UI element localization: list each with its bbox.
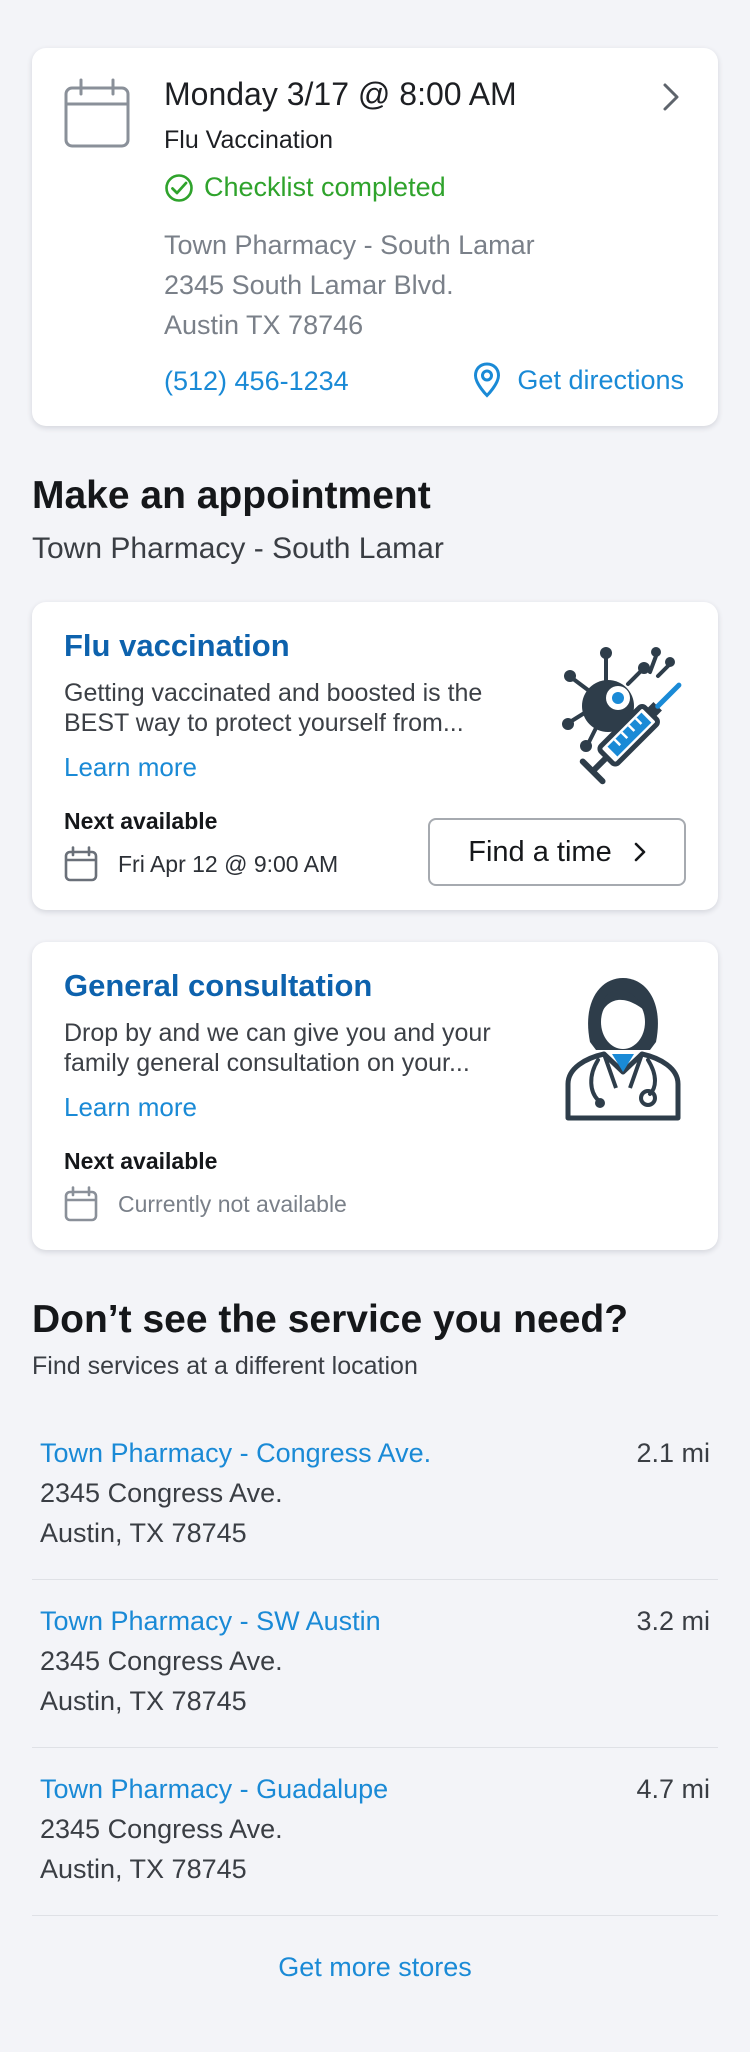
location-pin-icon: [474, 362, 501, 398]
chevron-right-icon[interactable]: [662, 82, 680, 112]
store-list-item[interactable]: Town Pharmacy - Guadalupe 4.7 mi 2345 Co…: [32, 1748, 718, 1916]
appointment-city: Austin TX 78746: [164, 310, 364, 340]
store-name-link[interactable]: Town Pharmacy - Congress Ave.: [40, 1438, 431, 1469]
check-circle-icon: [165, 173, 193, 202]
appointment-card[interactable]: Monday 3/17 @ 8:00 AM Flu Vaccination Ch…: [32, 48, 718, 426]
get-directions-label: Get directions: [517, 364, 684, 395]
service-card-consultation: General consultation Drop by and we can …: [32, 942, 718, 1250]
store-street: 2345 Congress Ave.: [40, 1646, 283, 1676]
store-distance: 4.7 mi: [636, 1774, 710, 1804]
learn-more-link[interactable]: Learn more: [64, 752, 197, 783]
appointment-store-name: Town Pharmacy - South Lamar: [164, 230, 535, 260]
next-available-row: Currently not available: [64, 1186, 347, 1222]
find-a-time-button[interactable]: Find a time: [428, 818, 686, 886]
calendar-icon: [64, 846, 98, 882]
service-card-flu: Flu vaccination Getting vaccinated and b…: [32, 602, 718, 910]
calendar-icon: [64, 1186, 98, 1222]
get-directions-link[interactable]: Get directions: [473, 362, 684, 398]
checklist-status: Checklist completed: [164, 172, 446, 203]
store-list-item[interactable]: Town Pharmacy - SW Austin 3.2 mi 2345 Co…: [32, 1580, 718, 1748]
service-title: Flu vaccination: [64, 628, 290, 663]
section-subtitle-location: Town Pharmacy - South Lamar: [32, 532, 444, 565]
vaccine-syringe-illustration: [562, 647, 682, 785]
store-street: 2345 Congress Ave.: [40, 1814, 283, 1844]
store-city: Austin, TX 78745: [40, 1686, 247, 1716]
other-locations-subtitle: Find services at a different location: [32, 1352, 418, 1380]
store-distance: 2.1 mi: [636, 1438, 710, 1468]
next-available-value: Currently not available: [118, 1190, 347, 1217]
service-title: General consultation: [64, 968, 373, 1003]
appointment-service: Flu Vaccination: [164, 126, 334, 154]
store-list-item[interactable]: Town Pharmacy - Congress Ave. 2.1 mi 234…: [32, 1412, 718, 1580]
service-description: Getting vaccinated and boosted is the BE…: [64, 679, 483, 737]
store-name-link[interactable]: Town Pharmacy - SW Austin: [40, 1606, 381, 1637]
appointment-street: 2345 South Lamar Blvd.: [164, 270, 454, 300]
store-distance: 3.2 mi: [636, 1606, 710, 1636]
appointment-datetime: Monday 3/17 @ 8:00 AM: [164, 76, 517, 112]
store-city: Austin, TX 78745: [40, 1518, 247, 1548]
other-locations-title: Don’t see the service you need?: [32, 1298, 629, 1341]
next-available-row: Fri Apr 12 @ 9:00 AM: [64, 846, 338, 882]
service-description: Drop by and we can give you and your fam…: [64, 1019, 491, 1077]
calendar-icon: [64, 78, 130, 148]
phone-link[interactable]: (512) 456-1234: [164, 366, 349, 397]
next-available-label: Next available: [64, 1148, 218, 1174]
checklist-status-text: Checklist completed: [204, 172, 446, 202]
doctor-illustration: [565, 978, 681, 1121]
next-available-label: Next available: [64, 808, 218, 834]
chevron-right-icon: [634, 842, 646, 862]
store-name-link[interactable]: Town Pharmacy - Guadalupe: [40, 1774, 388, 1805]
store-street: 2345 Congress Ave.: [40, 1478, 283, 1508]
store-city: Austin, TX 78745: [40, 1854, 247, 1884]
find-a-time-label: Find a time: [468, 835, 612, 868]
learn-more-link[interactable]: Learn more: [64, 1092, 197, 1123]
get-more-stores-link[interactable]: Get more stores: [0, 1952, 750, 1983]
next-available-value: Fri Apr 12 @ 9:00 AM: [118, 850, 339, 877]
section-title: Make an appointment: [32, 474, 431, 517]
